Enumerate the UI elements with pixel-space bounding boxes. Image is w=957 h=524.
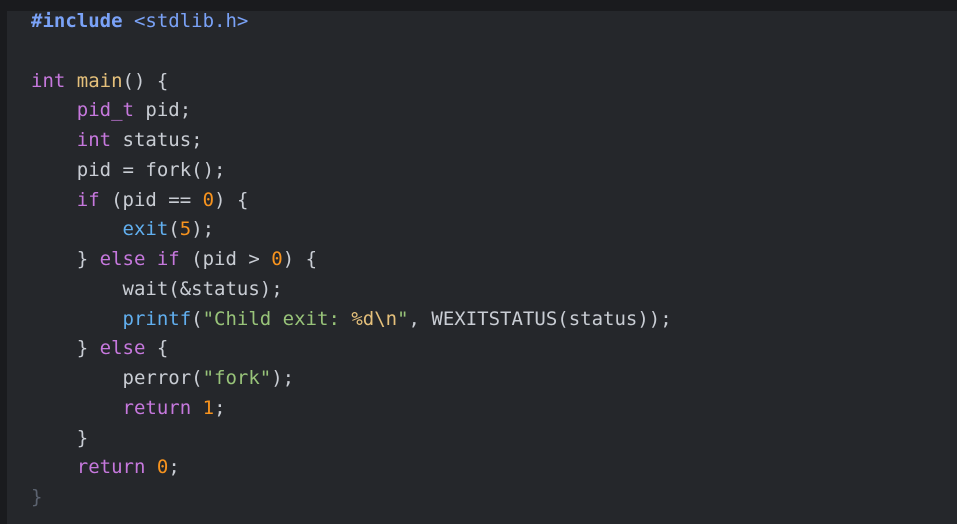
keyword-return: return — [76, 456, 146, 479]
number-literal: 1 — [202, 396, 215, 419]
code-line-8: exit(5); — [31, 215, 672, 245]
code-line-11: printf("Child exit: %d\n", WEXITSTATUS(s… — [31, 305, 672, 335]
code-text: } — [76, 426, 89, 449]
code-line-13: perror("fork"); — [31, 364, 672, 394]
number-literal: 5 — [179, 218, 192, 241]
string-literal: "fork" — [202, 367, 272, 389]
code-text: () { — [122, 69, 169, 92]
function-name-main: main — [76, 69, 123, 92]
include-header: <stdlib.h> — [122, 10, 249, 32]
function-call-exit: exit — [122, 218, 169, 241]
code-line-7: if (pid == 0) { — [31, 186, 672, 216]
format-specifier: %d\n — [351, 307, 398, 330]
code-text: ( — [168, 218, 180, 241]
code-line-16: return 0; — [31, 453, 672, 483]
code-text: pid = fork(); — [76, 158, 226, 181]
code-line-17: } — [31, 483, 672, 513]
code-text: ); — [271, 367, 295, 389]
code-text: ; — [168, 456, 180, 479]
code-line-6: pid = fork(); — [31, 156, 672, 186]
code-line-1: #include <stdlib.h> — [31, 7, 672, 37]
code-text: (pid > — [179, 248, 272, 270]
number-literal: 0 — [202, 188, 215, 211]
code-text: ) { — [282, 248, 318, 270]
code-text: } — [31, 486, 43, 508]
code-text: } — [76, 248, 100, 270]
number-literal: 0 — [156, 456, 169, 479]
string-literal: " — [397, 307, 409, 330]
code-editor[interactable]: #include <stdlib.h> int main() { pid_t p… — [0, 0, 957, 524]
code-line-12: } else { — [31, 334, 672, 364]
code-line-10: wait(&status); — [31, 275, 672, 305]
type-int: int — [76, 129, 112, 151]
code-line-9: } else if (pid > 0) { — [31, 245, 672, 275]
code-text: ) { — [214, 188, 249, 211]
number-literal: 0 — [271, 248, 283, 270]
code-text: ( — [191, 307, 203, 330]
code-text: , WEXITSTATUS(status)); — [408, 307, 672, 330]
type-pid-t: pid_t — [76, 99, 134, 122]
code-line-4: pid_t pid; — [31, 96, 672, 126]
code-line-3: int main() { — [31, 67, 672, 97]
code-text: { — [145, 337, 169, 360]
code-text: wait(&status); — [122, 277, 283, 300]
string-literal: "Child exit: — [202, 307, 352, 330]
code-line-5: int status; — [31, 126, 672, 156]
code-text: ); — [191, 218, 215, 241]
code-text: pid; — [133, 99, 192, 122]
code-text: } — [76, 337, 100, 360]
code-line-14: return 1; — [31, 394, 672, 424]
code-line-15: } — [31, 424, 672, 454]
code-text: ; — [214, 396, 226, 419]
code-block[interactable]: #include <stdlib.h> int main() { pid_t p… — [31, 7, 672, 513]
preprocessor-directive: #include — [31, 10, 123, 32]
keyword-int: int — [31, 69, 66, 92]
code-text: perror( — [122, 367, 203, 389]
keyword-return: return — [122, 396, 192, 419]
function-call-printf: printf — [122, 307, 192, 330]
keyword-else-if: else if — [99, 248, 180, 270]
code-text: (pid == — [99, 188, 203, 211]
code-text: status; — [111, 129, 203, 151]
keyword-else: else — [99, 337, 146, 360]
keyword-if: if — [76, 188, 100, 211]
editor-left-gutter — [0, 0, 7, 524]
